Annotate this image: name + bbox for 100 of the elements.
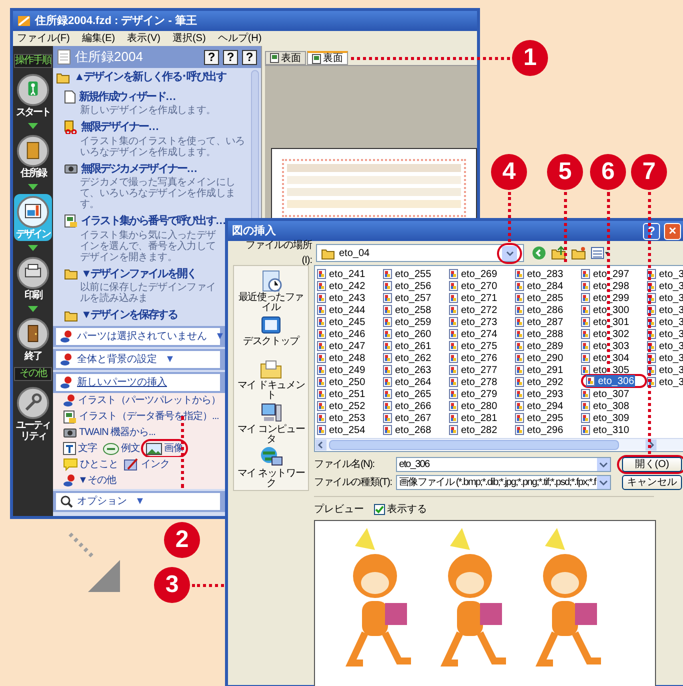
task-link[interactable]: 無限デジカメデザイナー… [81,160,196,177]
file-item[interactable]: eto_295 [515,412,581,424]
filename-field[interactable]: eto_306 [396,457,611,472]
file-item[interactable]: eto_248 [317,352,383,364]
insert-item[interactable]: インク [124,457,170,472]
file-item[interactable]: eto_309 [581,412,647,424]
file-item[interactable]: eto_301 [581,316,647,328]
sidebar-button[interactable]: 終了 [14,316,52,363]
sidebar-button[interactable]: スタート [14,72,52,119]
sidebar-button[interactable]: 住所録 [14,133,52,180]
file-item[interactable]: eto_297 [581,268,647,280]
file-item[interactable]: eto_262 [383,352,449,364]
help-button[interactable]: ? [204,50,219,64]
place-button[interactable]: マイ コンピュータ [234,401,308,445]
location-dropdown[interactable]: eto_04 [316,244,524,262]
task-link[interactable]: ▼デザインファイルを開く [81,266,196,282]
file-item[interactable]: eto_283 [515,268,581,280]
task-link[interactable]: ▼デザインを保存する [81,307,177,324]
file-item[interactable]: eto_293 [515,388,581,400]
file-item[interactable]: eto_264 [383,376,449,388]
file-item[interactable]: eto_290 [515,352,581,364]
file-item[interactable]: eto_254 [317,424,383,436]
file-item[interactable]: eto_289 [515,340,581,352]
file-item[interactable]: eto_291 [515,364,581,376]
file-item[interactable]: eto_260 [383,328,449,340]
file-item[interactable]: eto_303 [581,340,647,352]
file-item[interactable]: eto_243 [317,292,383,304]
task-link[interactable]: 無限デザイナー… [81,119,158,136]
file-item[interactable]: eto_306 [586,375,636,387]
file-item[interactable]: eto_251 [317,388,383,400]
file-item[interactable]: eto_257 [383,292,449,304]
menu-item[interactable]: 表示(V) [127,31,160,46]
sidebar-button[interactable]: ユーティリティ [14,385,52,443]
file-item[interactable]: eto_253 [317,412,383,424]
task-link[interactable]: 新規作成ウィザード… [79,88,176,105]
file-item[interactable]: eto_246 [317,328,383,340]
place-button[interactable]: デスクトップ [234,313,308,357]
file-item[interactable]: eto_292 [515,376,581,388]
menu-item[interactable]: ファイル(F) [17,31,70,46]
file-item[interactable]: eto_247 [317,340,383,352]
file-item[interactable]: eto_288 [515,328,581,340]
file-item[interactable]: eto_242 [317,280,383,292]
file-item[interactable]: eto_249 [317,364,383,376]
show-checkbox[interactable]: 表示する [374,502,427,516]
file-item[interactable]: eto_270 [449,280,515,292]
file-item[interactable]: eto_276 [449,352,515,364]
section-bar[interactable]: オプション ▼ [56,492,220,510]
place-button[interactable]: マイ ネットワーク [234,445,308,489]
section-bar[interactable]: 全体と背景の設定 ▼ [56,350,220,368]
menu-item[interactable]: 編集(E) [82,31,116,46]
file-item[interactable]: eto_286 [515,304,581,316]
file-item[interactable]: eto_245 [317,316,383,328]
place-button[interactable]: マイ ドキュメント [234,357,308,401]
dialog-button[interactable]: キャンセル [622,475,682,490]
file-item[interactable]: eto_263 [383,364,449,376]
section-header[interactable]: 新しいパーツの挿入 [56,374,220,390]
dialog-button[interactable]: 開く(O) [622,457,682,472]
filetype-dropdown[interactable]: 画像ファイル (*.bmp;*.dib;*.jpg;*.png;*.tif;*.psd;*.fpx;*.f [396,475,611,490]
file-item[interactable]: eto_261 [383,340,449,352]
file-item[interactable]: eto_279 [449,388,515,400]
file-item[interactable]: eto_277 [449,364,515,376]
file-item[interactable]: eto_294 [515,400,581,412]
file-item[interactable]: eto_285 [515,292,581,304]
file-item[interactable]: eto_310 [581,424,647,436]
file-item[interactable]: eto_259 [383,316,449,328]
insert-item[interactable]: TWAIN 機器から... [63,425,156,440]
file-item[interactable]: eto_274 [449,328,515,340]
file-item[interactable]: eto_302 [581,328,647,340]
file-item[interactable]: eto_299 [581,292,647,304]
help-button[interactable]: ? [643,222,660,240]
insert-item[interactable]: ひとこと [63,457,118,472]
file-item[interactable]: eto_268 [383,424,449,436]
file-item[interactable]: eto_275 [449,340,515,352]
file-item[interactable]: eto_244 [317,304,383,316]
tab[interactable]: 表面 [265,51,306,65]
scroll-thumb[interactable] [329,440,619,450]
file-item[interactable]: eto_265 [383,388,449,400]
help-button[interactable]: ? [223,50,238,64]
sidebar-button[interactable]: 印刷 [14,255,52,302]
file-item[interactable]: eto_271 [449,292,515,304]
file-item[interactable]: eto_255 [383,268,449,280]
close-button[interactable]: × [664,222,681,240]
file-item[interactable]: eto_273 [449,316,515,328]
task-link[interactable]: イラスト集から番号で呼び出す… [81,213,226,230]
file-item[interactable]: eto_272 [449,304,515,316]
menu-item[interactable]: ヘルプ(H) [218,31,262,46]
file-item[interactable]: eto_304 [581,352,647,364]
dropdown-button[interactable] [502,246,517,260]
place-button[interactable]: 最近使ったファイル [234,269,308,313]
file-item[interactable]: eto_241 [317,268,383,280]
file-item[interactable]: eto_267 [383,412,449,424]
file-item[interactable]: eto_281 [449,412,515,424]
tab[interactable]: 裏面 [307,51,348,65]
file-item[interactable]: eto_308 [581,400,647,412]
help-button[interactable]: ? [242,50,257,64]
file-item[interactable]: eto_266 [383,400,449,412]
file-item[interactable]: eto_252 [317,400,383,412]
file-item[interactable]: eto_300 [581,304,647,316]
file-item[interactable]: eto_284 [515,280,581,292]
file-item[interactable]: eto_282 [449,424,515,436]
